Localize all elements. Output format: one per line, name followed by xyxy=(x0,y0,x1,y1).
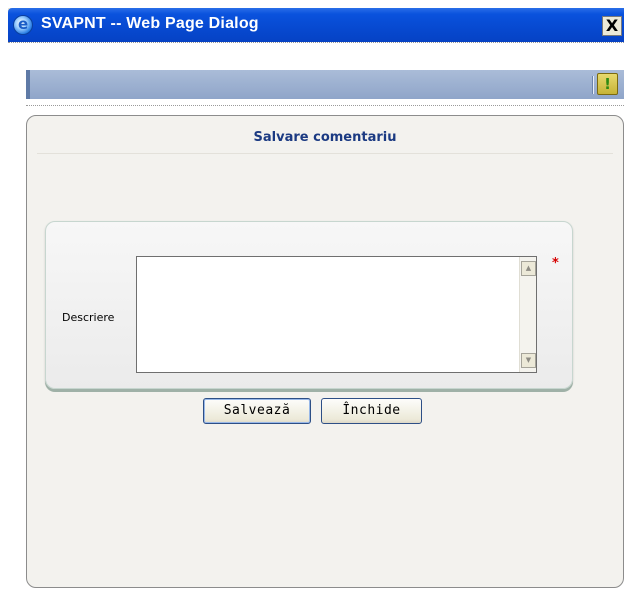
window-title: SVAPNT -- Web Page Dialog xyxy=(41,15,259,32)
scroll-down-icon[interactable]: ▼ xyxy=(521,353,536,368)
required-marker: * xyxy=(552,256,559,271)
form-panel: Salvare comentariu Descriere ▲ ▼ * Salve… xyxy=(26,115,624,588)
description-textarea[interactable] xyxy=(137,257,519,372)
description-textarea-frame: ▲ ▼ xyxy=(136,256,537,373)
close-button[interactable]: Închide xyxy=(321,398,422,424)
divider xyxy=(26,105,624,106)
close-window-button[interactable]: X xyxy=(602,16,622,36)
exclamation-icon[interactable]: ! xyxy=(597,73,618,95)
title-bar[interactable]: SVAPNT -- Web Page Dialog X xyxy=(8,8,624,42)
toolbar-separator xyxy=(592,76,594,94)
textarea-scrollbar[interactable]: ▲ ▼ xyxy=(519,257,536,372)
description-label: Descriere xyxy=(62,311,115,324)
form-title: Salvare comentariu xyxy=(253,130,397,145)
description-field-group: Descriere ▲ ▼ * xyxy=(45,221,573,389)
save-button[interactable]: Salvează xyxy=(203,398,311,424)
dialog-window: SVAPNT -- Web Page Dialog X ! Salvare co… xyxy=(8,8,624,590)
title-divider xyxy=(37,153,613,154)
dialog-content: ! Salvare comentariu Descriere ▲ ▼ * Sal… xyxy=(8,42,624,590)
scroll-up-icon[interactable]: ▲ xyxy=(521,261,536,276)
toolbar: ! xyxy=(26,70,624,99)
ie-icon xyxy=(13,15,33,35)
